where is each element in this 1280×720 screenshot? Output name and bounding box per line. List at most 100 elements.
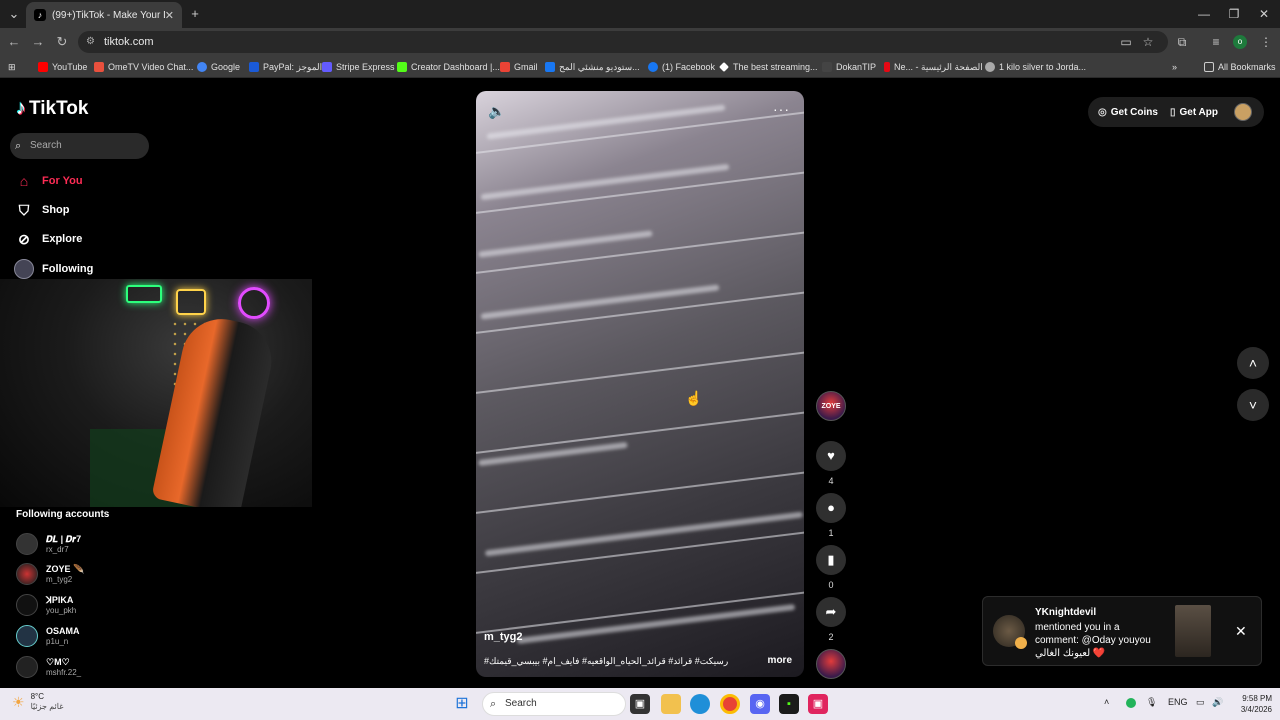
blurred-text (480, 163, 730, 201)
microphone-icon[interactable]: 🎙 (1146, 697, 1157, 708)
site-info-icon[interactable]: ⚙ (86, 31, 95, 53)
get-coins-button[interactable]: ◎ Get Coins (1098, 107, 1158, 118)
nav-shop[interactable]: ⛉ Shop (14, 199, 70, 221)
close-window-icon[interactable]: ✕ (1247, 4, 1280, 24)
address-bar[interactable]: ⚙ tiktok.com (78, 31, 1168, 53)
following-account[interactable]: OSAMA p1u_n (16, 623, 80, 649)
windows-start-icon[interactable]: ⊞ (452, 694, 472, 714)
minimize-icon[interactable]: — (1187, 4, 1221, 24)
bookmark-dokantip[interactable]: DokanTIP (822, 56, 876, 78)
bookmark-youtube[interactable]: YouTube (38, 56, 87, 78)
apps-grid-icon[interactable]: ⊞ (8, 56, 16, 78)
speaker-icon[interactable]: 🔊 (1212, 697, 1223, 708)
language-indicator[interactable]: ENG (1168, 697, 1188, 707)
nav-following[interactable]: Following (14, 258, 93, 280)
caption-more-button[interactable]: more (768, 655, 792, 666)
bookmark-studio[interactable]: ستوديو منشئي المح... (545, 56, 640, 78)
status-green-icon[interactable] (1126, 698, 1136, 708)
bookmark-streaming[interactable]: The best streaming... (719, 56, 818, 78)
chrome-icon[interactable] (720, 694, 740, 714)
media-icon[interactable]: ≡ (1206, 32, 1226, 52)
kick-app-icon[interactable]: ▪ (779, 694, 799, 714)
heart-icon[interactable]: ♥ (816, 441, 846, 471)
bookmarks-bar: ⊞ YouTube OmeTV Video Chat... Google Pay… (0, 56, 1280, 78)
reload-icon[interactable]: ↻ (52, 32, 72, 52)
following-account[interactable]: 𝑫𝑳 | 𝑫𝒓7 rx_dr7 (16, 531, 81, 557)
user-avatar[interactable] (1234, 103, 1252, 121)
discord-icon[interactable]: ◉ (750, 694, 770, 714)
bookmark-paypal[interactable]: PayPal: الموجز (249, 56, 322, 78)
forward-icon[interactable]: → (28, 32, 48, 52)
all-bookmarks[interactable]: All Bookmarks (1204, 56, 1276, 78)
bookmark-creator-dashboard[interactable]: Creator Dashboard |... (397, 56, 500, 78)
share-action[interactable]: ➦ 2 (816, 597, 846, 642)
url-text: tiktok.com (104, 36, 154, 48)
close-icon[interactable]: ✕ (1235, 623, 1247, 640)
mention-notification[interactable]: YKnightdevil mentioned you in a comment:… (982, 596, 1262, 666)
new-tab-button[interactable]: + (184, 4, 206, 24)
get-app-button[interactable]: ▯ Get App (1170, 107, 1218, 118)
weather-widget[interactable]: ☀ 8°C غائم جزئيًا (12, 692, 63, 712)
bookmark-ometv[interactable]: OmeTV Video Chat... (94, 56, 193, 78)
browser-tab-active[interactable]: ♪ (99+)TikTok - Make Your Day ✕ (26, 2, 182, 28)
cast-icon[interactable]: ▭ (1116, 32, 1136, 52)
chrome-menu-icon[interactable]: ⋮ (1256, 32, 1276, 52)
like-action[interactable]: ♥ 4 (816, 441, 846, 486)
bookmark-silver[interactable]: 1 kilo silver to Jorda... (985, 56, 1086, 78)
volume-icon[interactable]: 🔈 (488, 103, 505, 120)
more-options-icon[interactable]: ··· (773, 101, 790, 117)
following-account[interactable]: ♡M♡ mshfr.22_ (16, 654, 81, 680)
video-thumbnail[interactable] (1175, 605, 1211, 657)
system-clock[interactable]: 9:58 PM 3/4/2026 (1232, 693, 1272, 715)
notifier-username: YKnightdevil (1035, 607, 1097, 618)
taskbar-search[interactable]: ⌕ Search (482, 692, 626, 716)
file-explorer-icon[interactable] (661, 694, 681, 714)
avatar (16, 594, 38, 616)
nav-explore[interactable]: ⊘ Explore (14, 228, 82, 250)
previous-video-button[interactable]: ˄ (1237, 347, 1269, 379)
task-view-icon[interactable]: ▣ (630, 694, 650, 714)
following-account[interactable]: ZOYE 🪶 m_tyg2 (16, 561, 84, 587)
tab-close-icon[interactable]: ✕ (165, 9, 174, 22)
bookmark-facebook[interactable]: (1) Facebook (648, 56, 715, 78)
following-accounts-title: Following accounts (16, 509, 110, 520)
search-input[interactable]: ⌕ Search (10, 133, 149, 159)
neon-sign-yellow (176, 289, 206, 315)
following-account[interactable]: ꓘPIKA you_pkh (16, 592, 76, 618)
video-player[interactable]: 🔈 ··· m_tyg2 رسيكت# قرائد# قرائد_الحياه_… (476, 91, 804, 677)
bookmark-star-icon[interactable]: ☆ (1138, 32, 1158, 52)
blurred-text (478, 441, 628, 467)
back-icon[interactable]: ← (4, 32, 24, 52)
nav-for-you[interactable]: ⌂ For You (14, 170, 83, 192)
edge-icon[interactable] (690, 694, 710, 714)
live-stream-preview[interactable] (0, 279, 312, 507)
share-icon[interactable]: ➦ (816, 597, 846, 627)
extensions-icon[interactable]: ⧉ (1172, 32, 1192, 52)
streaming-app-icon[interactable]: ▣ (808, 694, 828, 714)
windows-taskbar: ☀ 8°C غائم جزئيًا ⊞ ⌕ Search ▣ ◉ ▪ ▣ ˄ 🎙 … (0, 688, 1280, 720)
video-username[interactable]: m_tyg2 (484, 631, 523, 643)
profile-avatar[interactable]: o (1233, 35, 1247, 49)
bookmarks-overflow-icon[interactable]: » (1172, 56, 1177, 78)
netflix-icon (884, 62, 890, 72)
folder-icon (1204, 62, 1214, 72)
save-count: 0 (828, 580, 834, 590)
bookmark-netflix[interactable]: Ne... - الصفحة الرئيسية (884, 56, 983, 78)
restore-icon[interactable]: ❐ (1217, 4, 1251, 24)
save-action[interactable]: ▮ 0 (816, 545, 846, 590)
tiktok-logo[interactable]: ♪ TikTok (16, 97, 88, 120)
bookmark-gmail[interactable]: Gmail (500, 56, 538, 78)
creator-avatar[interactable]: ZOYE (816, 391, 846, 421)
comment-action[interactable]: ● 1 (816, 493, 846, 538)
bookmark-icon[interactable]: ▮ (816, 545, 846, 575)
tray-overflow-icon[interactable]: ˄ (1104, 697, 1109, 707)
avatar (16, 625, 38, 647)
comment-icon[interactable]: ● (816, 493, 846, 523)
music-disc-avatar[interactable] (816, 649, 846, 679)
display-icon[interactable]: ▭ (1196, 697, 1205, 708)
temperature: 8°C (30, 692, 44, 701)
bookmark-stripe[interactable]: Stripe Express (322, 56, 395, 78)
tab-search-icon[interactable]: ⌄ (3, 4, 25, 24)
next-video-button[interactable]: ˅ (1237, 389, 1269, 421)
bookmark-google[interactable]: Google (197, 56, 240, 78)
